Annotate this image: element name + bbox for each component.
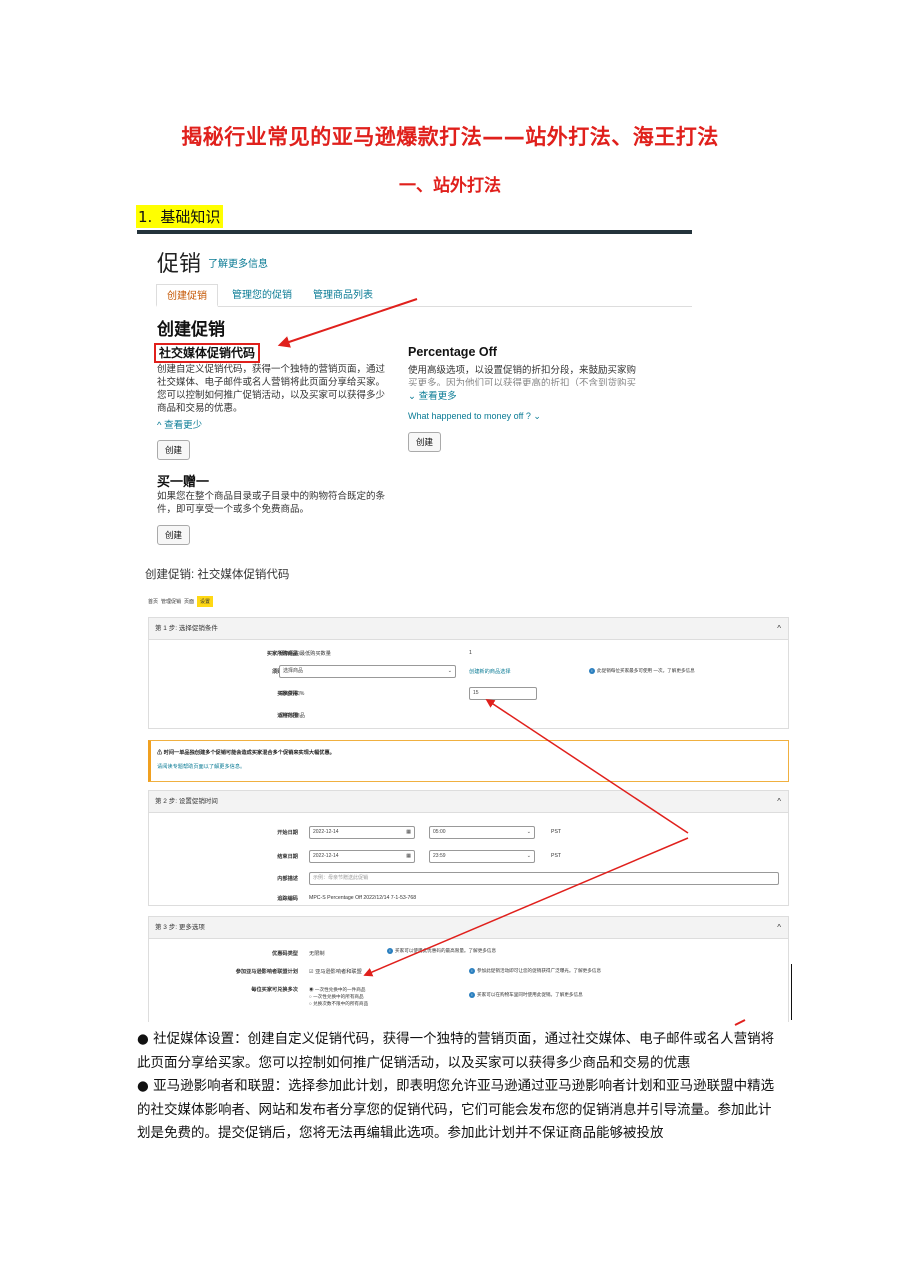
breadcrumb: 首页 管理促销 页面 设置 <box>148 596 214 607</box>
internal-description-input[interactable]: 示例：母亲节赠送此促销 <box>309 872 779 885</box>
bogo-title: 买一赠一 <box>157 474 210 489</box>
radio-option[interactable]: ○ 一次性兑换中的所有商品 <box>309 993 368 1000</box>
social-media-desc: 创建自定义促销代码，获得一个独特的营销页面，通过 社交媒体、电子邮件或名人营销将… <box>157 364 386 414</box>
promo-header: 促销 <box>157 251 202 276</box>
step2-header[interactable]: 第 2 步: 设置促销时间 ^ <box>149 791 788 813</box>
tab-create-promo[interactable]: 创建促销 <box>156 284 218 307</box>
section-title: 一、站外打法 <box>399 176 501 196</box>
collapse-icon: ^ <box>777 923 781 932</box>
tab-manage-listings[interactable]: 管理商品列表 <box>313 284 373 307</box>
form-title: 创建促销: 社交媒体促销代码 <box>145 569 290 581</box>
money-off-link[interactable]: What happened to money off ? ⌄ <box>408 411 541 422</box>
heading-number: 1. <box>138 208 153 226</box>
warning-banner: ⚠ 时间一单品独创建多个促销可能会造成买家混合多个促销来实现大幅优惠。 请阅读专… <box>148 740 789 782</box>
step1-header[interactable]: 第 1 步: 选择促销条件 ^ <box>149 618 788 640</box>
bullet-list: ● 社促媒体设置：创建自定义促销代码，获得一个独特的营销页面，通过社交媒体、电子… <box>137 1028 777 1146</box>
collapse-icon: ^ <box>777 797 781 806</box>
see-more-link[interactable]: ⌄ 查看更多 <box>408 388 457 402</box>
bogo-desc: 如果您在整个商品目录或子目录中的购物符合既定的条 件，即可享受一个或多个免费商品… <box>157 491 386 515</box>
product-select[interactable]: 选择商品 ⌄ <box>279 665 456 678</box>
divider-bar <box>137 230 692 234</box>
create-social-button[interactable]: 创建 <box>157 440 190 460</box>
promo-screenshot: 促销 了解更多信息 创建促销 管理您的促销 管理商品列表 创建促销 社交媒体促销… <box>146 238 692 550</box>
form-screenshot: 创建促销: 社交媒体促销代码 首页 管理促销 页面 设置 第 1 步: 选择促销… <box>140 560 794 1022</box>
calendar-icon: ▦ <box>406 853 411 859</box>
info-icon: i <box>469 992 475 998</box>
promo-tabs: 创建促销 管理您的促销 管理商品列表 <box>156 284 692 307</box>
info-icon: i <box>589 668 595 674</box>
radio-option[interactable]: ○ 兑换次数不限中的所有商品 <box>309 1000 368 1007</box>
crumb-current: 设置 <box>197 596 214 607</box>
end-date-input[interactable]: 2022-12-14 ▦ <box>309 850 415 863</box>
affiliate-checkbox[interactable]: ☑ 亚马逊影响者和联盟 <box>309 968 362 975</box>
learn-more-link[interactable]: 了解更多信息 <box>208 255 268 270</box>
chevron-down-icon: ⌄ <box>447 668 452 674</box>
crumb-manage[interactable]: 管理促销 <box>161 596 181 607</box>
chevron-down-icon: ⌄ <box>526 853 531 859</box>
calendar-icon: ▦ <box>406 829 411 835</box>
crumb-home[interactable]: 首页 <box>148 596 158 607</box>
see-less-link[interactable]: ^ 查看更少 <box>157 417 202 431</box>
step3-panel: 第 3 步: 更多选项 ^ 优惠码类型 无限制 i 买家可以使用此优惠码的最高限量。… <box>148 916 789 1022</box>
info-icon: i <box>469 968 475 974</box>
step1-panel: 第 1 步: 选择促销条件^ 买家所购商品 此商品的最低购买数量 1 须购买商品… <box>148 617 789 729</box>
bullet-affiliate: ● 亚马逊影响者和联盟：选择参加此计划，即表明您允许亚马逊通过亚马逊影响者计划和… <box>137 1078 775 1141</box>
info-icon: i <box>387 948 393 954</box>
radio-option[interactable]: ◉ 一次性兑换中的一件商品 <box>309 986 368 993</box>
social-media-title: 社交媒体促销代码 <box>154 343 261 363</box>
crumb-page[interactable]: 页面 <box>184 596 194 607</box>
start-time-select[interactable]: 05:00 ⌄ <box>429 826 535 839</box>
end-time-select[interactable]: 23:59 ⌄ <box>429 850 535 863</box>
percentage-off-desc: 使用高级选项，以设置促销的折扣分段，来鼓励买家购 买更多。因为他们可以获得更高的… <box>408 365 637 386</box>
percentage-off-title: Percentage Off <box>408 345 497 359</box>
start-date-input[interactable]: 2022-12-14 ▦ <box>309 826 415 839</box>
create-selection-link[interactable]: 创建新的商品选择 <box>469 668 511 675</box>
step3-header[interactable]: 第 3 步: 更多选项 ^ <box>149 917 788 939</box>
create-percentage-button[interactable]: 创建 <box>408 432 441 452</box>
step1-info: i 此促销每位买家最多可使用 一次。了解更多信息 <box>589 668 695 674</box>
tab-manage-promos[interactable]: 管理您的促销 <box>232 284 292 307</box>
redemption-options: ◉ 一次性兑换中的一件商品 ○ 一次性兑换中的所有商品 ○ 兑换次数不限中的所有… <box>309 986 368 1007</box>
bullet-social-media: ● 社促媒体设置：创建自定义促销代码，获得一个独特的营销页面，通过社交媒体、电子… <box>137 1031 775 1071</box>
discount-input[interactable]: 15 <box>469 687 537 700</box>
step2-panel: 第 2 步: 设置促销时间 ^ 开始日期 2022-12-14 ▦ 05:00 ⌄ P… <box>148 790 789 906</box>
collapse-icon: ^ <box>777 624 781 633</box>
create-promo-heading: 创建促销 <box>157 320 225 339</box>
heading-text: 基础知识 <box>160 208 221 226</box>
create-bogo-button[interactable]: 创建 <box>157 525 190 545</box>
vertical-divider <box>790 964 792 1020</box>
document-title: 揭秘行业常见的亚马逊爆款打法——站外打法、海王打法 <box>181 125 719 149</box>
numbered-heading: 1. 基础知识 <box>136 205 224 228</box>
chevron-down-icon: ⌄ <box>526 829 531 835</box>
